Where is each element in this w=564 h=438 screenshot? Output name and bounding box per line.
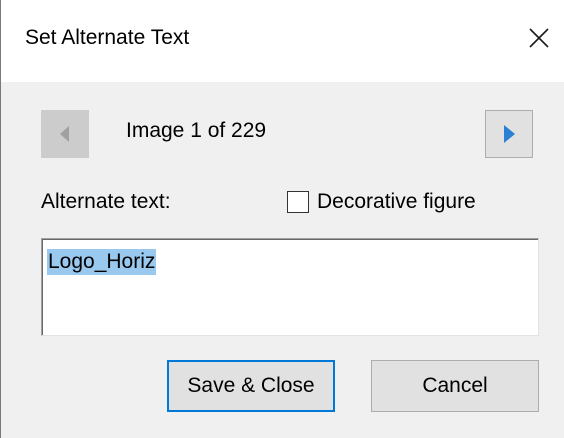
cancel-button-label: ancel bbox=[437, 374, 488, 397]
alternate-text-input[interactable]: Logo_Horiz bbox=[41, 238, 539, 336]
alternate-text-label: Alternate text: bbox=[41, 190, 171, 213]
decorative-figure-checkbox[interactable] bbox=[287, 191, 309, 213]
save-button-label: ave & Close bbox=[201, 374, 315, 397]
dialog-title: Set Alternate Text bbox=[25, 26, 190, 49]
image-counter: Image 1 of 229 bbox=[126, 119, 267, 142]
save-button-accelerator: S bbox=[187, 374, 202, 397]
title-bar: Set Alternate Text bbox=[1, 0, 564, 82]
cancel-button-accelerator: C bbox=[422, 374, 438, 397]
triangle-right-icon bbox=[504, 125, 515, 143]
cancel-button[interactable]: Cancel bbox=[371, 360, 539, 412]
save-and-close-button[interactable]: Save & Close bbox=[167, 360, 335, 412]
set-alternate-text-dialog: Set Alternate Text Image 1 of 229 Altern… bbox=[0, 0, 564, 438]
next-image-button[interactable] bbox=[485, 110, 533, 158]
close-icon[interactable] bbox=[519, 18, 559, 58]
alternate-text-value: Logo_Horiz bbox=[47, 249, 157, 275]
previous-image-button[interactable] bbox=[41, 110, 89, 158]
decorative-figure-label[interactable]: Decorative figure bbox=[317, 190, 476, 214]
triangle-left-icon bbox=[60, 126, 69, 142]
